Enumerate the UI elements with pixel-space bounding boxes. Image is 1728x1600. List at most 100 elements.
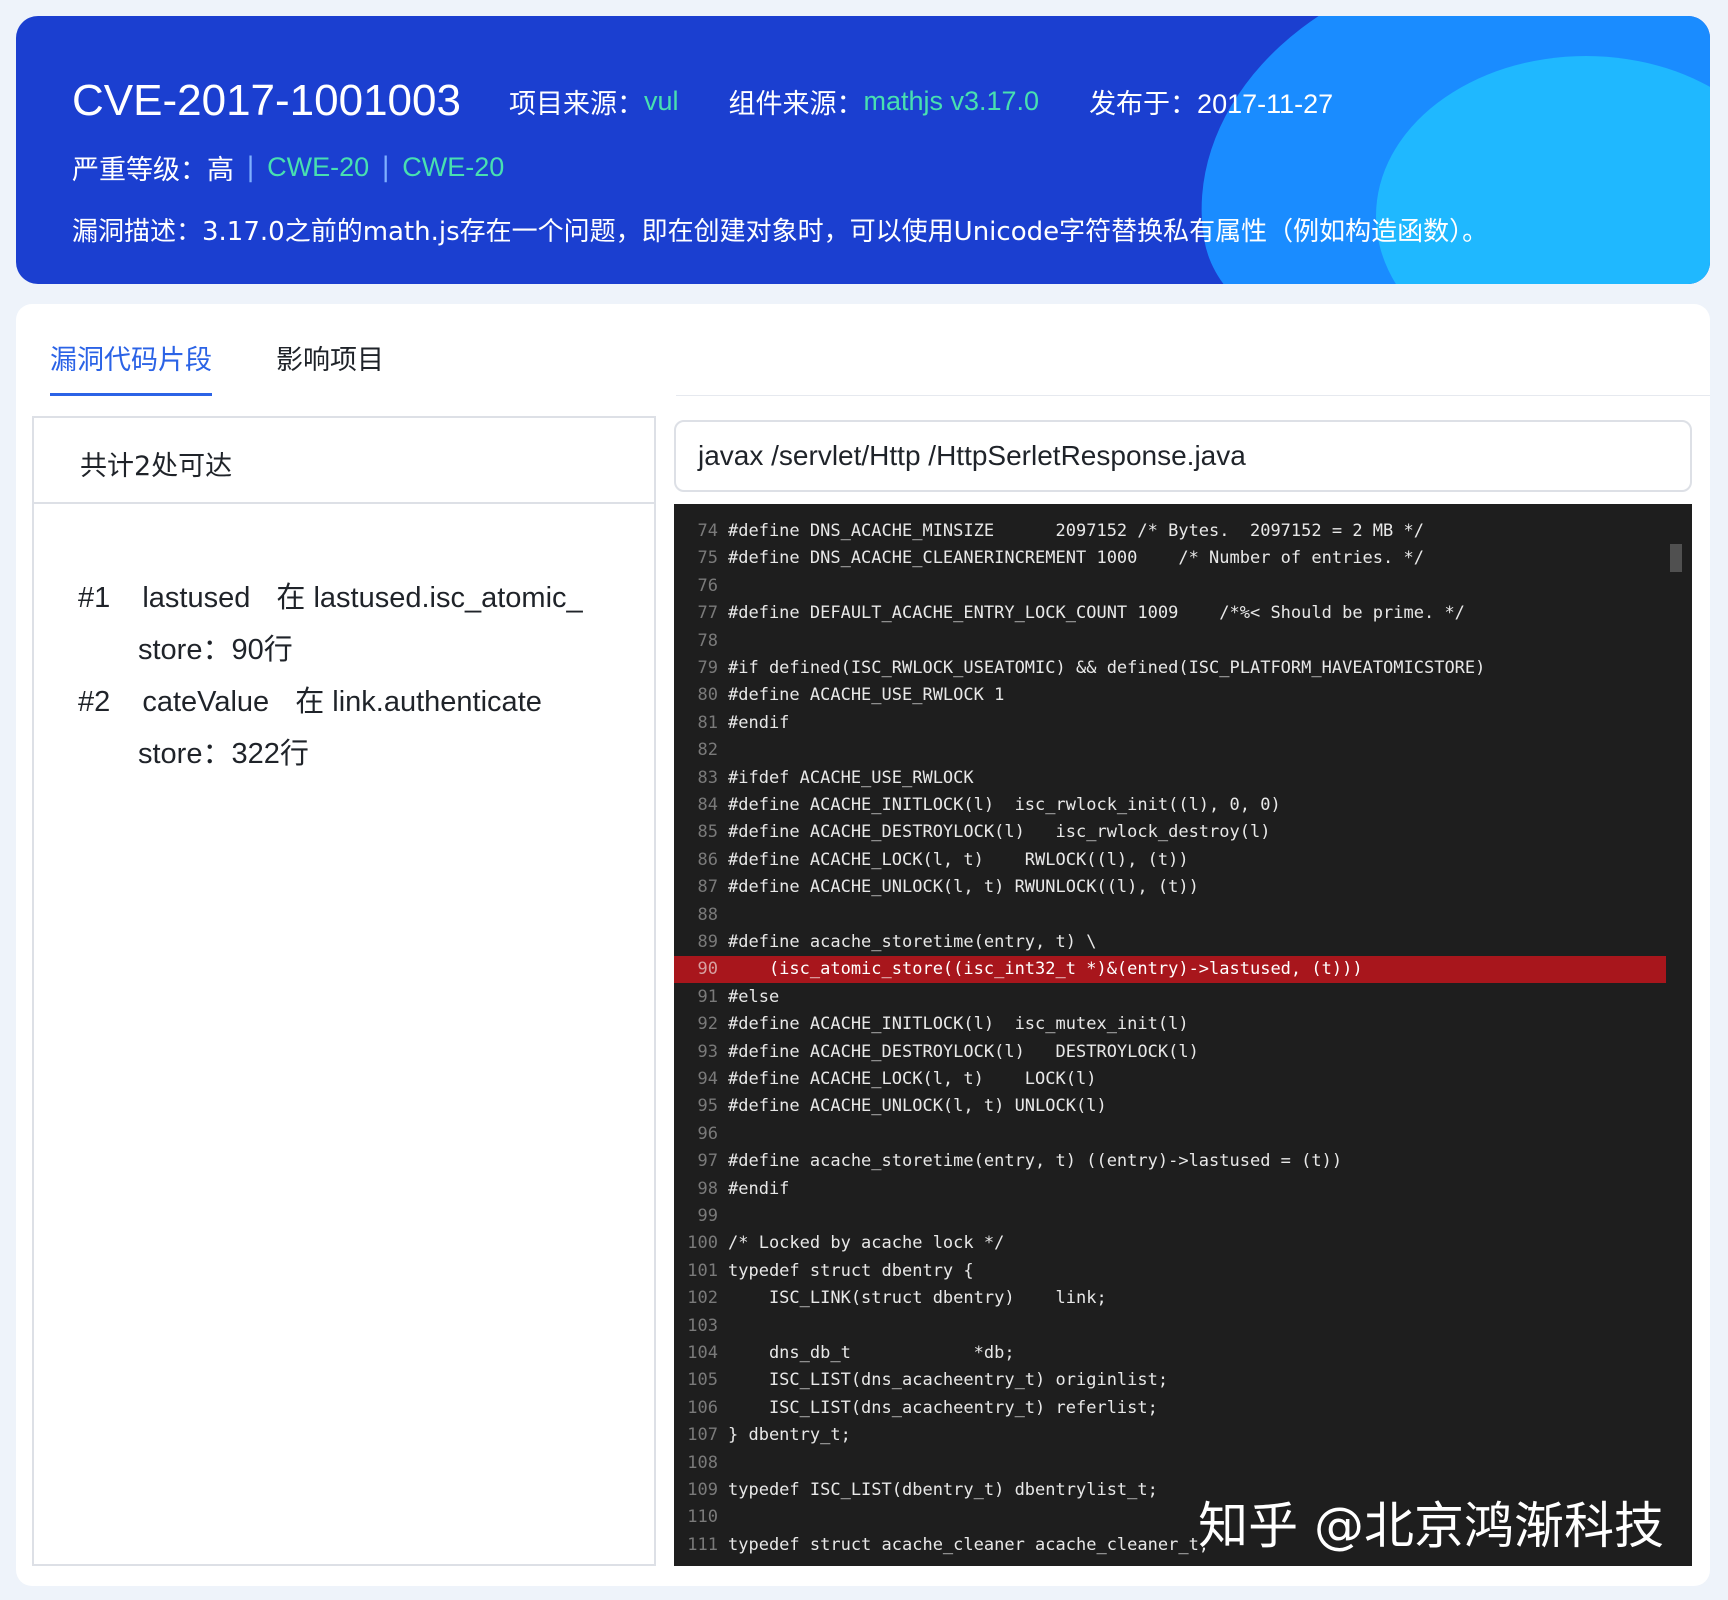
code-text: #define ACACHE_UNLOCK(l, t) UNLOCK(l) <box>728 1096 1107 1117</box>
code-line: 82 <box>674 737 1666 764</box>
code-line: 106 ISC_LIST(dns_acacheentry_t) referlis… <box>674 1395 1666 1422</box>
code-line: 78 <box>674 628 1666 655</box>
line-number: 89 <box>697 932 718 952</box>
code-line: 101 typedef struct dbentry { <box>674 1258 1666 1285</box>
reach-number: #1 <box>78 582 111 614</box>
project-source-value[interactable]: vul <box>644 86 679 117</box>
project-source-label: 项目来源： <box>508 88 644 120</box>
line-number: 95 <box>697 1096 718 1117</box>
line-number: 94 <box>697 1069 718 1089</box>
line-number: 101 <box>687 1260 718 1281</box>
reach-item[interactable]: #1 lastused 在 lastused.isc_atomic_ store… <box>78 572 654 676</box>
line-number: 83 <box>697 767 718 788</box>
line-number: 82 <box>697 740 718 761</box>
publish-date: 发布于：2017-11-27 <box>1089 88 1334 119</box>
code-line: 90 (isc_atomic_store((isc_int32_t *)&(en… <box>674 956 1666 984</box>
code-line: 77 #define DEFAULT_ACACHE_ENTRY_LOCK_COUN… <box>674 600 1666 627</box>
code-text: typedef struct acache_cleaner acache_cle… <box>728 1534 1210 1555</box>
reach-variable: cateValue <box>142 686 270 718</box>
code-text: #endif <box>728 712 790 733</box>
code-line: 80 #define ACACHE_USE_RWLOCK 1 <box>674 682 1666 709</box>
code-text: dns_db_t *db; <box>728 1343 1015 1363</box>
code-text: #define ACACHE_DESTROYLOCK(l) DESTROYLOC… <box>728 1041 1199 1062</box>
line-number: 75 <box>697 548 718 569</box>
code-line: 98 #endif <box>674 1176 1666 1203</box>
code-viewer[interactable]: 111 typedef struct acache_cleaner acache_… <box>674 504 1692 1566</box>
severity: 严重等级：高 <box>72 155 234 186</box>
code-line: 94 #define ACACHE_LOCK(l, t) LOCK(l) <box>674 1066 1666 1093</box>
line-number: 108 <box>687 1452 718 1473</box>
tab-vuln-code[interactable]: 漏洞代码片段 <box>50 334 212 396</box>
code-text: #define ACACHE_LOCK(l, t) RWLOCK((l), (t… <box>728 849 1189 870</box>
code-line: 108 <box>674 1450 1666 1477</box>
code-text: #else <box>728 986 780 1007</box>
line-number: 98 <box>697 1178 718 1199</box>
reach-item[interactable]: #2 cateValue 在 link.authenticate store：3… <box>78 676 654 780</box>
code-text: #define DEFAULT_ACACHE_ENTRY_LOCK_COUNT … <box>728 603 1465 624</box>
cwe-link[interactable]: CWE-20 <box>402 152 504 183</box>
line-number: 110 <box>687 1507 718 1528</box>
line-number: 111 <box>687 1534 718 1555</box>
code-line: 75 #define DNS_ACACHE_CLEANERINCREMENT 10… <box>674 545 1666 572</box>
code-text: #define ACACHE_DESTROYLOCK(l) isc_rwlock… <box>728 822 1271 843</box>
vulnerability-description: 漏洞描述：3.17.0之前的math.js存在一个问题，即在创建对象时，可以使用… <box>72 217 1489 247</box>
reach-detail: store：322行 <box>138 738 309 770</box>
line-number: 88 <box>697 904 718 925</box>
code-text: #define acache_storetime(entry, t) \ <box>728 932 1097 952</box>
code-text: /* Locked by acache lock */ <box>728 1233 1005 1254</box>
line-number: 90 <box>697 959 718 980</box>
line-number: 104 <box>687 1343 718 1363</box>
code-line: 87 #define ACACHE_UNLOCK(l, t) RWUNLOCK((… <box>674 874 1666 901</box>
code-line: 105 ISC_LIST(dns_acacheentry_t) originli… <box>674 1367 1666 1394</box>
detail-card: 漏洞代码片段 影响项目 共计2处可达 #1 lastused 在 lastuse… <box>16 304 1710 1586</box>
component-source-value[interactable]: mathjs v3.17.0 <box>863 86 1039 117</box>
code-line: 107} dbentry_t; <box>674 1422 1666 1449</box>
code-text: #ifdef ACACHE_USE_RWLOCK <box>728 767 974 788</box>
code-scrollbar[interactable] <box>1670 544 1682 572</box>
line-number: 97 <box>697 1151 718 1172</box>
code-line: 99 <box>674 1203 1666 1230</box>
tab-affected-projects[interactable]: 影响项目 <box>276 334 384 396</box>
code-line: 76 <box>674 573 1666 600</box>
code-text: typedef struct dbentry { <box>728 1260 974 1281</box>
tab-bar: 漏洞代码片段 影响项目 <box>50 334 448 396</box>
reach-panel: 共计2处可达 #1 lastused 在 lastused.isc_atomic… <box>32 416 656 1566</box>
code-text: ISC_LIST(dns_acacheentry_t) originlist; <box>728 1370 1169 1391</box>
separator: | <box>246 152 256 183</box>
code-text: #define DNS_ACACHE_MINSIZE 2097152 /* By… <box>728 521 1424 541</box>
code-line: 84 #define ACACHE_INITLOCK(l) isc_rwlock_… <box>674 792 1666 819</box>
cve-header: CVE-2017-1001003 项目来源： vul 组件来源： mathjs … <box>16 16 1710 284</box>
line-number: 81 <box>697 712 718 733</box>
code-line: 79 #if defined(ISC_RWLOCK_USEATOMIC) && d… <box>674 655 1666 682</box>
reach-list: #1 lastused 在 lastused.isc_atomic_ store… <box>34 504 654 780</box>
code-line: 103 <box>674 1313 1666 1340</box>
code-text: #define ACACHE_INITLOCK(l) isc_rwlock_in… <box>728 795 1281 815</box>
watermark: 知乎 @北京鸿渐科技 <box>1198 1497 1664 1555</box>
code-line: 88 <box>674 902 1666 929</box>
line-number: 86 <box>697 849 718 870</box>
code-line: 100 /* Locked by acache lock */ <box>674 1230 1666 1257</box>
line-number: 93 <box>697 1041 718 1062</box>
code-line: 74 #define DNS_ACACHE_MINSIZE 2097152 /* … <box>674 518 1666 545</box>
reach-location: 在 link.authenticate <box>295 686 542 718</box>
line-number: 91 <box>697 986 718 1007</box>
code-text: #define acache_storetime(entry, t) ((ent… <box>728 1151 1343 1172</box>
line-number: 84 <box>697 795 718 815</box>
line-number: 100 <box>687 1233 718 1254</box>
line-number: 78 <box>697 630 718 651</box>
code-line: 85 #define ACACHE_DESTROYLOCK(l) isc_rwlo… <box>674 819 1666 846</box>
line-number: 107 <box>687 1425 718 1446</box>
cve-id: CVE-2017-1001003 <box>72 76 461 125</box>
line-number: 105 <box>687 1370 718 1391</box>
code-text: ISC_LINK(struct dbentry) link; <box>728 1288 1107 1309</box>
line-number: 76 <box>697 575 718 596</box>
code-line: 83 #ifdef ACACHE_USE_RWLOCK <box>674 765 1666 792</box>
reach-detail: store：90行 <box>138 634 293 666</box>
component-source-label: 组件来源： <box>728 88 864 120</box>
code-text: #define DNS_ACACHE_CLEANERINCREMENT 1000… <box>728 548 1424 569</box>
cwe-link[interactable]: CWE-20 <box>267 152 369 183</box>
code-text: #endif <box>728 1178 790 1199</box>
code-text: ISC_LIST(dns_acacheentry_t) referlist; <box>728 1397 1158 1418</box>
line-number: 79 <box>697 658 718 678</box>
code-text: #define ACACHE_USE_RWLOCK 1 <box>728 685 1005 706</box>
